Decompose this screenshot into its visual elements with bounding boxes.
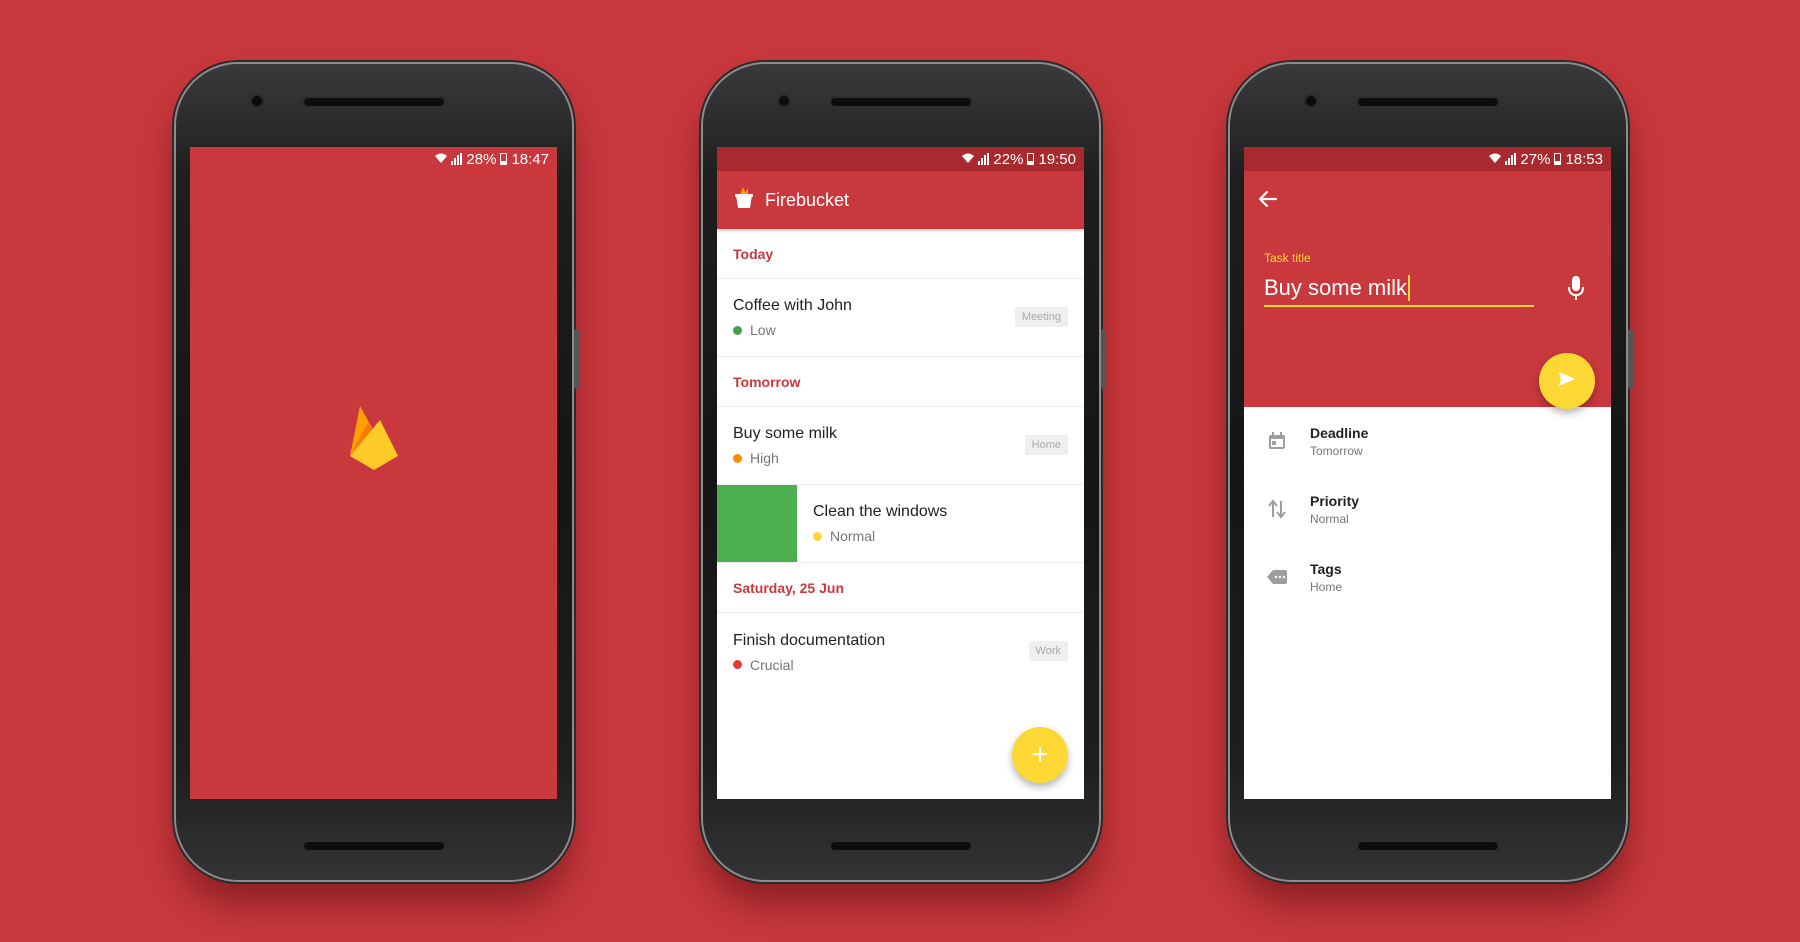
plus-icon: + xyxy=(1031,738,1049,771)
phone-task-list: 22% 19:50 Firebucket Today Coffee with J… xyxy=(703,64,1106,880)
priority-dot-icon xyxy=(733,660,742,669)
property-value: Home xyxy=(1310,579,1343,594)
back-arrow-icon[interactable] xyxy=(1258,189,1278,214)
wifi-icon xyxy=(435,151,448,168)
swipe-complete-background xyxy=(717,485,797,562)
property-value: Normal xyxy=(1310,511,1349,526)
save-task-button[interactable] xyxy=(1539,353,1595,409)
task-title-value: Buy some milk xyxy=(1264,275,1408,300)
priority-label: Crucial xyxy=(750,656,794,673)
signal-icon xyxy=(451,153,463,165)
new-task-screen: 27% 18:53 Task title Buy some milk Deadl… xyxy=(1244,147,1611,799)
splash-screen: 28% 18:47 xyxy=(190,147,557,799)
phone-splash: 28% 18:47 xyxy=(176,64,579,880)
clock: 18:53 xyxy=(1565,150,1603,168)
priority-label: Low xyxy=(750,322,776,338)
calendar-icon xyxy=(1266,432,1288,450)
task-tag-badge: Home xyxy=(1024,435,1068,455)
task-row[interactable]: Buy some milk High Home xyxy=(717,407,1084,485)
text-caret xyxy=(1408,275,1411,301)
sort-arrows-icon xyxy=(1266,499,1288,519)
bottom-speaker xyxy=(829,840,973,852)
section-header-date: Saturday, 25 Jun xyxy=(717,563,1084,613)
status-bar: 28% 18:47 xyxy=(190,147,557,171)
front-camera xyxy=(252,96,262,106)
app-title: Firebucket xyxy=(765,189,850,210)
task-title-input[interactable]: Buy some milk xyxy=(1264,271,1534,307)
property-priority[interactable]: Priority Normal xyxy=(1244,475,1611,543)
battery-percent: 27% xyxy=(1520,150,1551,168)
bottom-speaker xyxy=(302,840,446,852)
task-row[interactable]: Finish documentation Crucial Work xyxy=(717,613,1084,691)
priority-label: Normal xyxy=(830,528,876,544)
battery-icon xyxy=(500,153,508,165)
priority-dot-icon xyxy=(813,531,822,541)
firebase-logo-icon xyxy=(348,402,400,479)
property-name: Priority xyxy=(1310,492,1360,509)
signal-icon xyxy=(978,153,990,165)
priority-dot-icon xyxy=(733,453,742,463)
clock: 18:47 xyxy=(511,150,549,168)
priority-label: High xyxy=(750,450,779,466)
property-value: Tomorrow xyxy=(1310,443,1363,458)
battery-percent: 22% xyxy=(993,150,1024,168)
app-bar: Firebucket xyxy=(717,171,1084,229)
section-header-today: Today xyxy=(717,229,1084,279)
earpiece-speaker xyxy=(829,96,973,108)
signal-icon xyxy=(1505,153,1517,165)
property-name: Deadline xyxy=(1310,424,1369,441)
status-bar: 22% 19:50 xyxy=(717,147,1084,171)
status-bar: 27% 18:53 xyxy=(1244,147,1611,171)
battery-icon xyxy=(1027,153,1035,165)
wifi-icon xyxy=(1489,151,1502,168)
task-list-screen: 22% 19:50 Firebucket Today Coffee with J… xyxy=(717,147,1084,799)
earpiece-speaker xyxy=(1356,96,1500,108)
priority-dot-icon xyxy=(733,325,742,335)
bucket-logo-icon xyxy=(735,186,753,214)
task-row[interactable]: Coffee with John Low Meeting xyxy=(717,279,1084,357)
task-list: Today Coffee with John Low Meeting Tomor… xyxy=(717,229,1084,691)
earpiece-speaker xyxy=(302,96,446,108)
clock: 19:50 xyxy=(1038,150,1076,168)
task-title: Clean the windows xyxy=(813,503,948,520)
task-tag-badge: Meeting xyxy=(1014,307,1068,327)
task-priority: Normal xyxy=(813,528,1084,544)
add-task-button[interactable]: + xyxy=(1012,727,1068,783)
task-properties: Deadline Tomorrow Priority Normal Tags Home xyxy=(1244,407,1611,611)
bottom-speaker xyxy=(1356,840,1500,852)
task-row-swiping[interactable]: Clean the windows Normal xyxy=(717,485,1084,563)
wifi-icon xyxy=(962,151,975,168)
microphone-icon[interactable] xyxy=(1567,275,1585,306)
property-name: Tags xyxy=(1310,560,1342,577)
section-header-tomorrow: Tomorrow xyxy=(717,357,1084,407)
property-tags[interactable]: Tags Home xyxy=(1244,543,1611,611)
task-tag-badge: Work xyxy=(1028,641,1068,661)
phone-new-task: 27% 18:53 Task title Buy some milk Deadl… xyxy=(1230,64,1633,880)
property-deadline[interactable]: Deadline Tomorrow xyxy=(1244,407,1611,475)
front-camera xyxy=(779,96,789,106)
send-icon xyxy=(1558,371,1576,392)
label-icon xyxy=(1266,570,1288,584)
task-title-label: Task title xyxy=(1264,251,1311,265)
battery-icon xyxy=(1554,153,1562,165)
battery-percent: 28% xyxy=(466,150,497,168)
front-camera xyxy=(1306,96,1316,106)
